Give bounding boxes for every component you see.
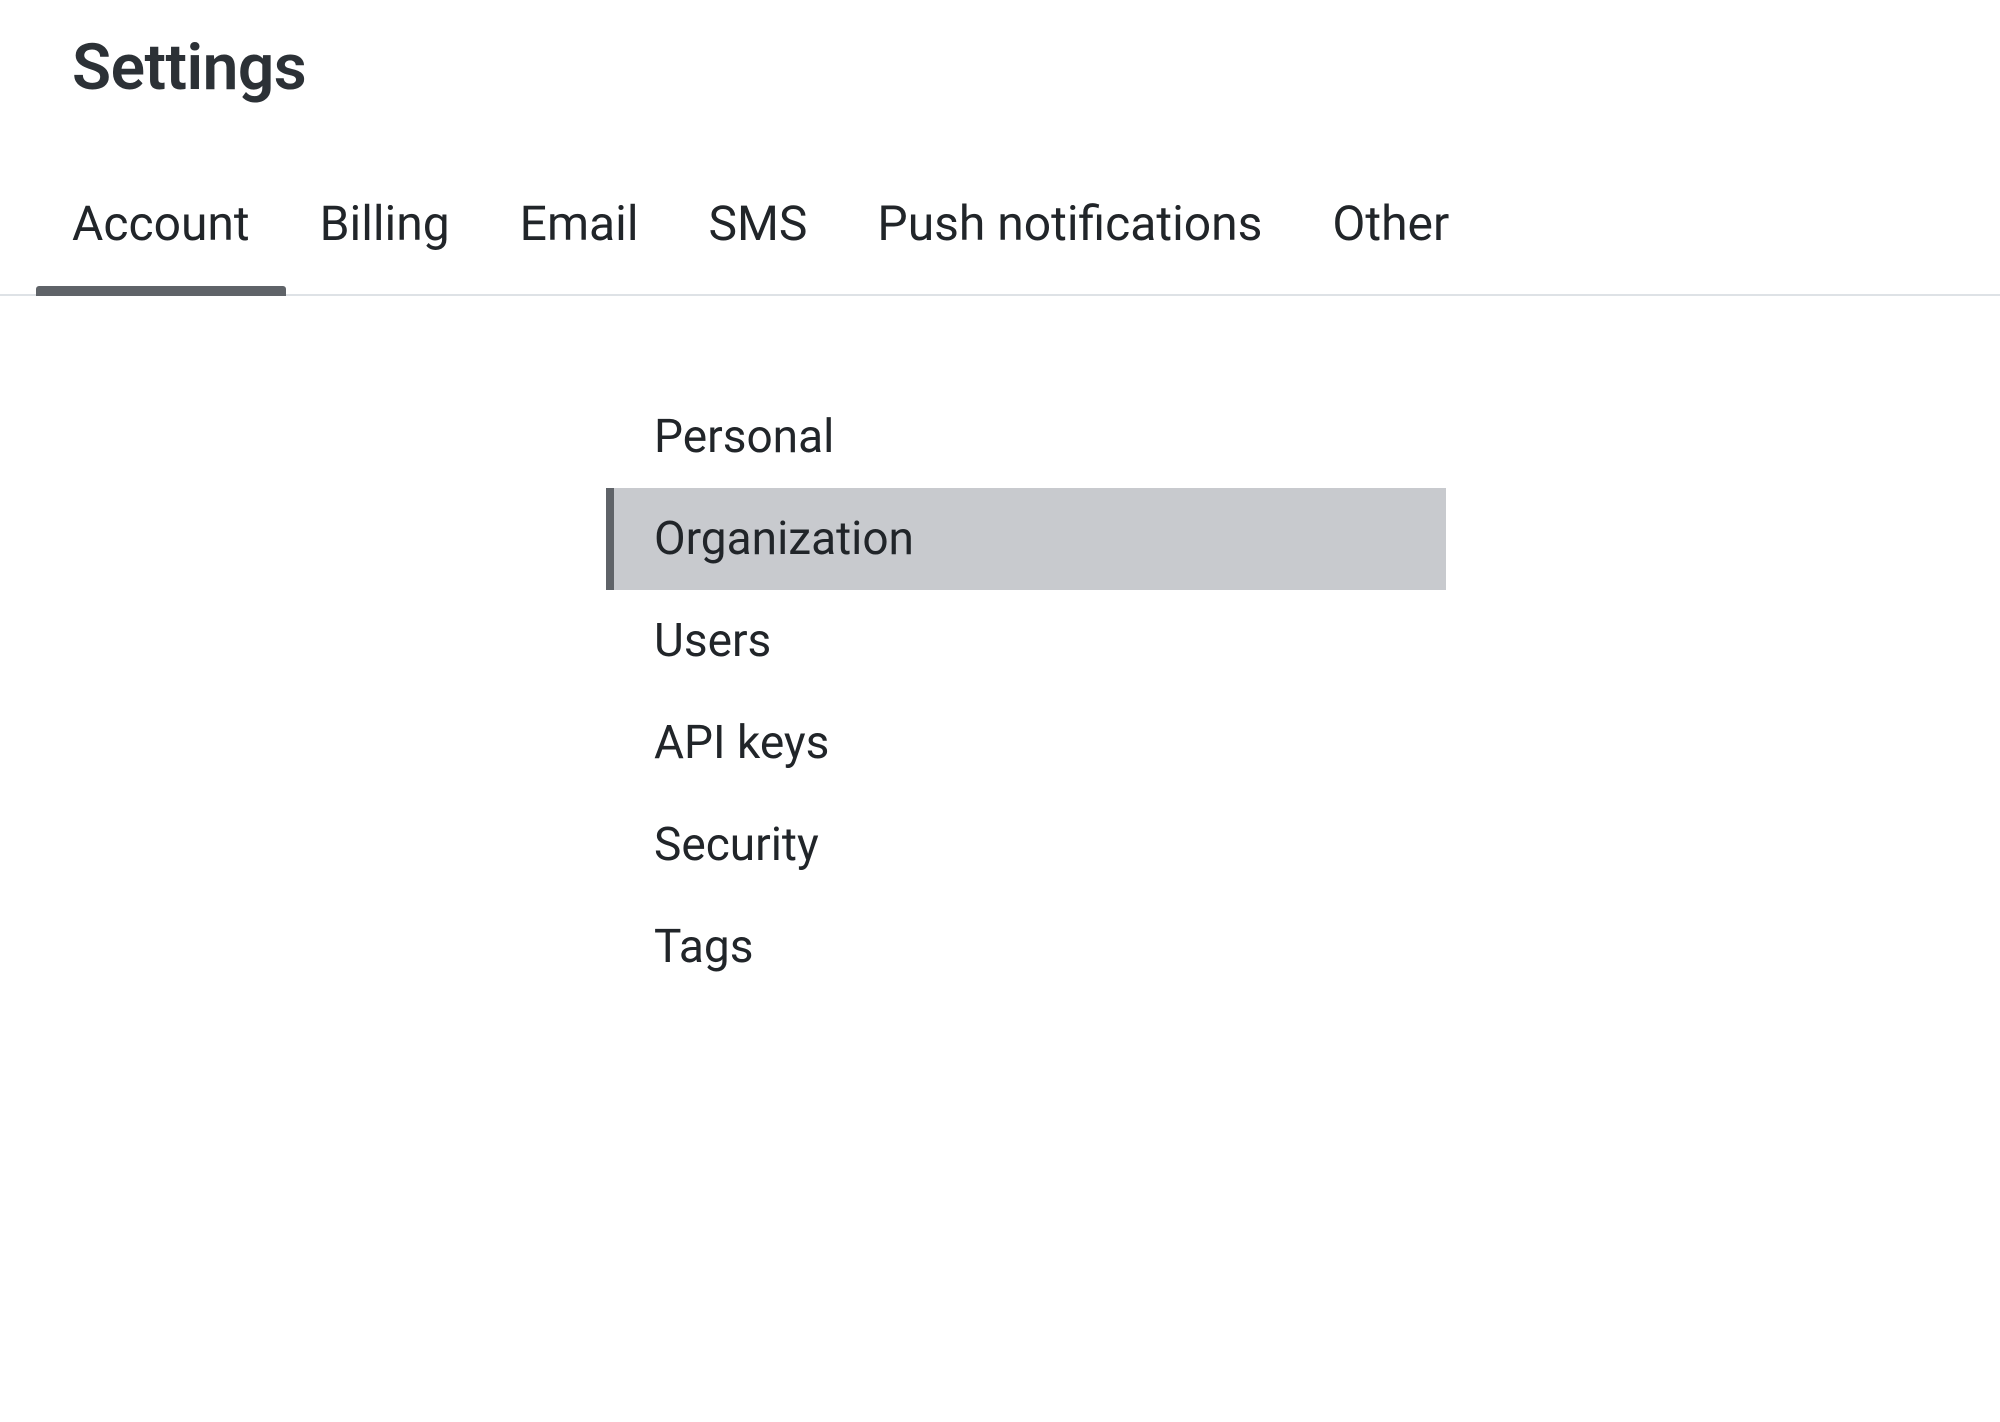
tab-account[interactable]: Account <box>72 195 250 294</box>
tab-email[interactable]: Email <box>520 195 639 294</box>
tab-sms[interactable]: SMS <box>709 195 808 294</box>
tabs-nav: Account Billing Email SMS Push notificat… <box>0 105 2000 296</box>
content-area: Personal Organization Users API keys Sec… <box>0 296 2000 998</box>
sidenav-item-organization[interactable]: Organization <box>606 488 1446 590</box>
page-title: Settings <box>0 0 2000 105</box>
sidenav-item-personal[interactable]: Personal <box>606 386 1446 488</box>
sidenav-item-tags[interactable]: Tags <box>606 896 1446 998</box>
tab-other[interactable]: Other <box>1332 195 1449 294</box>
tab-billing[interactable]: Billing <box>320 195 450 294</box>
sidenav: Personal Organization Users API keys Sec… <box>606 386 1446 998</box>
sidenav-item-api-keys[interactable]: API keys <box>606 692 1446 794</box>
sidenav-item-users[interactable]: Users <box>606 590 1446 692</box>
tab-push-notifications[interactable]: Push notifications <box>877 195 1262 294</box>
sidenav-item-security[interactable]: Security <box>606 794 1446 896</box>
